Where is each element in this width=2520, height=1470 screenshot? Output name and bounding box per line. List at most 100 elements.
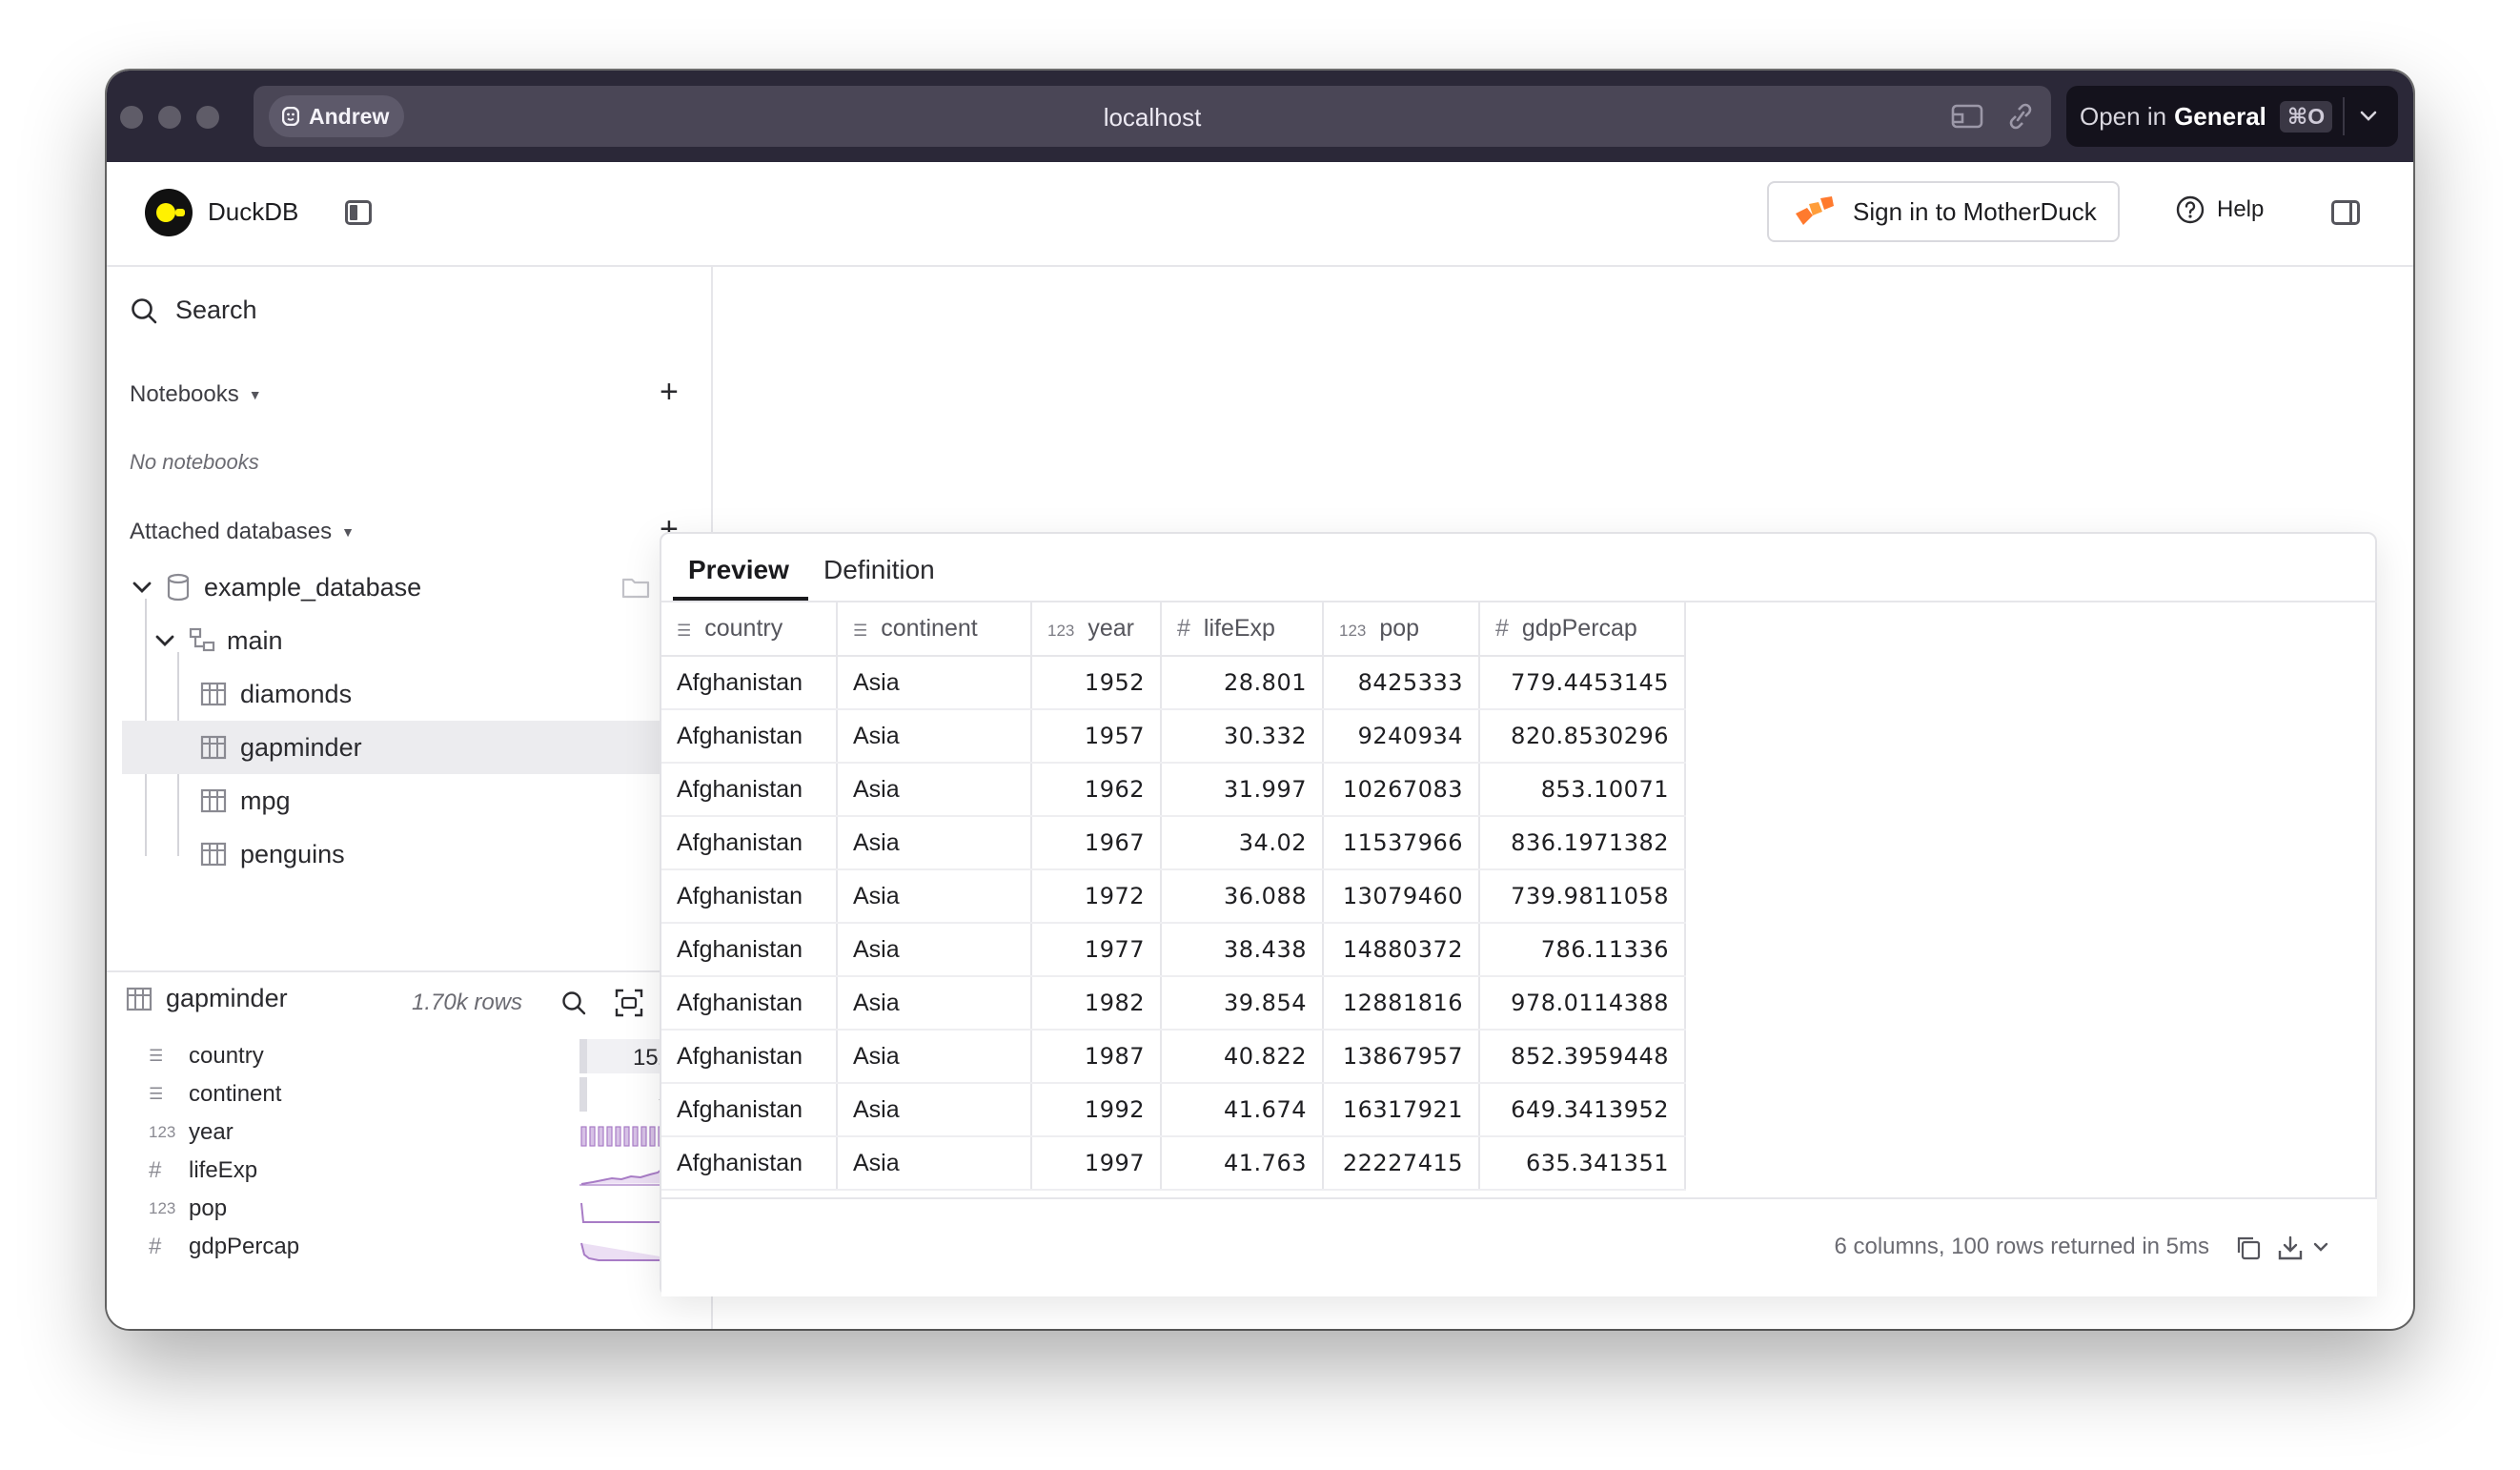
cell-country[interactable]: Afghanistan [661,923,838,977]
signin-motherduck-button[interactable]: Sign in to MotherDuck [1767,181,2120,242]
cell-gdpPercap[interactable]: 852.3959448 [1479,1030,1686,1084]
cell-year[interactable]: 1957 [1031,709,1162,764]
close-window-button[interactable] [120,106,143,129]
cell-lifeExp[interactable]: 39.854 [1161,976,1324,1031]
chevron-down-icon[interactable] [154,630,175,651]
cell-continent[interactable]: Asia [837,709,1032,764]
cell-lifeExp[interactable]: 31.997 [1161,763,1324,817]
zoom-window-button[interactable] [196,106,219,129]
column-summary-lifeExp[interactable]: # lifeExp [149,1152,682,1190]
tree-table-mpg[interactable]: mpg [122,774,713,827]
results-table-container[interactable]: ☰ country ☰ continent 123 year # lifeExp 123… [661,602,2377,1253]
column-summary-gdpPercap[interactable]: # gdpPercap [149,1228,682,1266]
column-header-continent[interactable]: ☰ continent [837,602,1032,657]
cell-year[interactable]: 1972 [1031,869,1162,924]
add-notebook-button[interactable]: + [660,374,679,411]
notebooks-header[interactable]: Notebooks ▼ [130,381,262,408]
cell-country[interactable]: Afghanistan [661,1030,838,1084]
cell-country[interactable]: Afghanistan [661,709,838,764]
cell-lifeExp[interactable]: 41.763 [1161,1136,1324,1191]
copy-icon[interactable] [2234,1234,2263,1262]
cell-year[interactable]: 1997 [1031,1136,1162,1191]
cell-country[interactable]: Afghanistan [661,763,838,817]
cell-continent[interactable]: Asia [837,1136,1032,1191]
cell-year[interactable]: 1967 [1031,816,1162,870]
table-row[interactable]: Afghanistan Asia 1997 41.763 22227415 635.341… [661,1136,1686,1191]
cell-gdpPercap[interactable]: 779.4453145 [1479,656,1686,710]
download-icon[interactable] [2276,1234,2305,1262]
cell-continent[interactable]: Asia [837,976,1032,1031]
right-panel-toggle-icon[interactable] [2331,200,2360,225]
table-row[interactable]: Afghanistan Asia 1957 30.332 9240934 820.8530… [661,709,1686,764]
table-row[interactable]: Afghanistan Asia 1972 36.088 13079460 739.981… [661,869,1686,924]
column-header-year[interactable]: 123 year [1031,602,1162,657]
cast-icon[interactable] [1950,101,1984,132]
column-summary-country[interactable]: ☰ country 152 [149,1037,682,1075]
cell-lifeExp[interactable]: 28.801 [1161,656,1324,710]
cell-country[interactable]: Afghanistan [661,1136,838,1191]
cell-country[interactable]: Afghanistan [661,816,838,870]
cell-pop[interactable]: 13867957 [1323,1030,1480,1084]
cell-pop[interactable]: 14880372 [1323,923,1480,977]
cell-country[interactable]: Afghanistan [661,1083,838,1137]
cell-continent[interactable]: Asia [837,1083,1032,1137]
cell-pop[interactable]: 22227415 [1323,1136,1480,1191]
cell-pop[interactable]: 9240934 [1323,709,1480,764]
cell-country[interactable]: Afghanistan [661,869,838,924]
column-summary-pop[interactable]: 123 pop [149,1190,682,1228]
column-summary-continent[interactable]: ☰ continent 5 [149,1075,682,1113]
table-row[interactable]: Afghanistan Asia 1977 38.438 14880372 786.113… [661,923,1686,977]
cell-year[interactable]: 1982 [1031,976,1162,1031]
cell-lifeExp[interactable]: 34.02 [1161,816,1324,870]
sidebar-search[interactable]: Search [130,296,257,325]
tree-table-gapminder[interactable]: gapminder [122,721,713,774]
cell-gdpPercap[interactable]: 649.3413952 [1479,1083,1686,1137]
tree-database[interactable]: example_database [122,561,713,614]
chevron-down-icon[interactable] [2358,107,2379,126]
folder-icon[interactable] [621,576,650,599]
cell-pop[interactable]: 11537966 [1323,816,1480,870]
tree-schema[interactable]: main [122,614,713,667]
cell-gdpPercap[interactable]: 820.8530296 [1479,709,1686,764]
cell-lifeExp[interactable]: 41.674 [1161,1083,1324,1137]
column-header-country[interactable]: ☰ country [661,602,838,657]
cell-pop[interactable]: 8425333 [1323,656,1480,710]
databases-header[interactable]: Attached databases ▼ [130,519,355,545]
table-row[interactable]: Afghanistan Asia 1992 41.674 16317921 649.341… [661,1083,1686,1137]
cell-lifeExp[interactable]: 38.438 [1161,923,1324,977]
cell-continent[interactable]: Asia [837,763,1032,817]
cell-lifeExp[interactable]: 30.332 [1161,709,1324,764]
cell-year[interactable]: 1977 [1031,923,1162,977]
table-row[interactable]: Afghanistan Asia 1967 34.02 11537966 836.1971… [661,816,1686,870]
cell-pop[interactable]: 12881816 [1323,976,1480,1031]
cell-gdpPercap[interactable]: 836.1971382 [1479,816,1686,870]
cell-continent[interactable]: Asia [837,923,1032,977]
cell-gdpPercap[interactable]: 635.341351 [1479,1136,1686,1191]
open-in-button[interactable]: Open in General ⌘O [2066,86,2398,147]
cell-lifeExp[interactable]: 36.088 [1161,869,1324,924]
table-row[interactable]: Afghanistan Asia 1962 31.997 10267083 853.100… [661,763,1686,817]
tab-definition[interactable]: Definition [823,555,935,585]
column-header-gdpPercap[interactable]: # gdpPercap [1479,602,1686,657]
sidebar-toggle-icon[interactable] [345,200,372,225]
cell-year[interactable]: 1987 [1031,1030,1162,1084]
expand-preview-icon[interactable] [614,988,644,1018]
cell-gdpPercap[interactable]: 978.0114388 [1479,976,1686,1031]
cell-country[interactable]: Afghanistan [661,656,838,710]
cell-lifeExp[interactable]: 40.822 [1161,1030,1324,1084]
cell-country[interactable]: Afghanistan [661,976,838,1031]
column-header-lifeExp[interactable]: # lifeExp [1161,602,1324,657]
cell-year[interactable]: 1962 [1031,763,1162,817]
column-header-pop[interactable]: 123 pop [1323,602,1480,657]
cell-continent[interactable]: Asia [837,816,1032,870]
table-row[interactable]: Afghanistan Asia 1982 39.854 12881816 978.011… [661,976,1686,1031]
chevron-down-icon[interactable] [2312,1239,2329,1255]
tree-table-penguins[interactable]: penguins [122,827,713,881]
cell-pop[interactable]: 13079460 [1323,869,1480,924]
cell-continent[interactable]: Asia [837,656,1032,710]
cell-continent[interactable]: Asia [837,869,1032,924]
help-button[interactable]: Help [2175,194,2264,225]
cell-continent[interactable]: Asia [837,1030,1032,1084]
link-icon[interactable] [2003,101,2038,132]
cell-pop[interactable]: 16317921 [1323,1083,1480,1137]
